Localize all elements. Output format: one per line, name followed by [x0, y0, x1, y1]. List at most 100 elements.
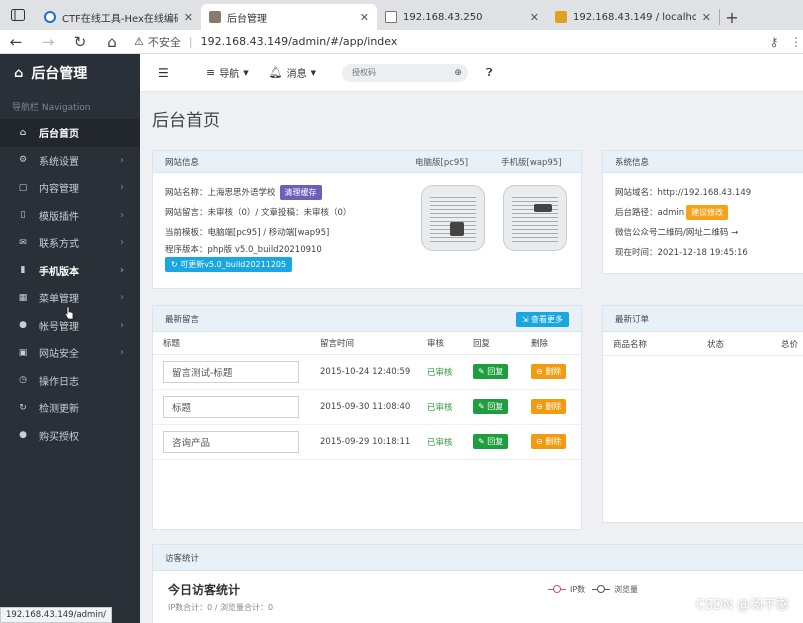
delete-button[interactable]: ⊖ 删除: [531, 364, 567, 379]
sidebar-item-2[interactable]: ▢ 内容管理 ›: [0, 174, 140, 202]
delete-button[interactable]: ⊖ 删除: [531, 399, 567, 414]
page-title: 后台首页: [152, 110, 220, 131]
browser-tab-phpmyadmin[interactable]: 192.168.43.149 / localhost / scho ✕: [547, 4, 719, 30]
table-row: 咨询产品 2015-09-29 10:18:11 已审核 ✎ 回复 ⊖ 删除: [153, 424, 581, 460]
chevron-right-icon: ›: [120, 182, 124, 194]
sidebar-item-8[interactable]: ▣ 网站安全 ›: [0, 339, 140, 367]
grid-icon: ▦: [18, 292, 28, 303]
menu-toggle-icon[interactable]: ☰: [158, 66, 180, 80]
home-icon[interactable]: ⌂: [96, 30, 128, 54]
delete-button[interactable]: ⊖ 删除: [531, 434, 567, 449]
reload-icon[interactable]: ↻: [64, 30, 96, 54]
legend-pageviews[interactable]: 浏览量: [592, 584, 638, 595]
chevron-right-icon: ›: [120, 347, 124, 359]
chevron-right-icon: ›: [119, 264, 124, 276]
status-badge: 已审核: [417, 424, 463, 460]
sidebar-item-4[interactable]: ✉ 联系方式 ›: [0, 229, 140, 257]
pc-qr-label: 电脑版[pc95]: [415, 158, 469, 168]
search-box: ⊕: [341, 63, 468, 82]
tab-close-icon[interactable]: ✕: [184, 11, 193, 24]
nav-caption: 导航栏 Navigation: [12, 103, 91, 113]
site-info-panel: 网站信息 电脑版[pc95] 手机版[wap95] 网站名称：上海思思外语学校 …: [152, 150, 582, 289]
tab-favicon-icon: [209, 11, 221, 23]
message-dropdown[interactable]: 🔔︎ 消息 ▼: [269, 65, 316, 80]
visitor-stats-header: 访客统计: [153, 545, 803, 571]
reply-button[interactable]: ✎ 回复: [473, 399, 509, 414]
sidebar-item-1[interactable]: ⚙ 系统设置 ›: [0, 147, 140, 175]
tab-close-icon[interactable]: ✕: [702, 11, 711, 24]
sidebar-item-label: 菜单管理: [39, 294, 79, 306]
sidebar-item-label: 网站安全: [39, 349, 79, 361]
url-separator: |: [188, 35, 193, 48]
wechat-qr-link[interactable]: 微信公众号二维码/网址二维码 →: [615, 222, 803, 242]
sidebar-item-5[interactable]: ▮ 手机版本 ›: [0, 257, 140, 285]
list-icon: ≡: [206, 66, 216, 79]
clock-icon: ◷: [19, 375, 27, 386]
help-icon[interactable]: ❓︎: [486, 66, 493, 80]
col-status: 审核: [417, 332, 463, 355]
back-arrow-icon[interactable]: ←: [0, 30, 32, 54]
message-title-field[interactable]: 留言测试-标题: [163, 360, 299, 383]
sidebar-item-label: 购买授权: [39, 431, 79, 443]
browser-tab-bar: CTF在线工具-Hex在线编码|Hex在 ✕ 后台管理 ✕ 192.168.43…: [0, 0, 803, 30]
hand-cursor-icon: [64, 306, 74, 320]
message-title-field[interactable]: 标题: [163, 395, 299, 418]
nav-dropdown[interactable]: ≡ 导航 ▼: [206, 65, 249, 80]
legend-ip[interactable]: IP数: [548, 584, 585, 595]
sidebar-item-label: 模版插件: [39, 211, 79, 223]
url-field[interactable]: ⚠ 不安全 | 192.168.43.149/admin/#/app/index: [134, 34, 759, 50]
brand[interactable]: ⌂ 后台管理: [0, 54, 140, 92]
suggest-change-button[interactable]: 建议修改: [686, 204, 729, 220]
search-input[interactable]: [351, 68, 455, 77]
sidebar: ⌂ 后台管理 导航栏 Navigation ⌂ 后台首页 ⚙ 系统设置 › ▢ 内容管理 › ▯…: [0, 54, 140, 623]
chevron-right-icon: ›: [120, 237, 124, 249]
home-icon: ⌂: [14, 65, 24, 81]
current-time-line: 现在时间：2021-12-18 19:45:16: [615, 248, 748, 258]
view-more-button[interactable]: ⇲ 查看更多: [515, 312, 569, 327]
sidebar-item-label: 手机版本: [39, 266, 79, 278]
caret-down-icon: ▼: [310, 68, 316, 77]
caret-down-icon: ▼: [243, 68, 249, 77]
url-text: 192.168.43.149/admin/#/app/index: [200, 35, 398, 48]
pc-qr-image: [421, 185, 485, 251]
browser-tab-250[interactable]: 192.168.43.250 ✕: [377, 4, 547, 30]
domain-line: 网站域名：http://192.168.43.149: [615, 188, 752, 198]
sidebar-item-3[interactable]: ▯ 模版插件 ›: [0, 202, 140, 230]
sidebar-item-10[interactable]: ↻ 检测更新: [0, 394, 140, 422]
chevron-right-icon: ›: [120, 154, 124, 166]
table-row: 留言测试-标题 2015-10-24 12:40:59 已审核 ✎ 回复 ⊖ 删除: [153, 354, 581, 390]
warning-icon: ⚠: [134, 35, 144, 48]
new-tab-icon[interactable]: +: [720, 4, 744, 30]
system-info-header: 系统信息: [603, 151, 803, 173]
browser-tab-admin[interactable]: 后台管理 ✕: [201, 4, 377, 30]
forward-arrow-icon[interactable]: →: [32, 30, 64, 54]
tab-actions-icon[interactable]: [0, 0, 36, 30]
mobile-icon: ▮: [20, 265, 26, 276]
message-time: 2015-10-24 12:40:59: [310, 354, 417, 390]
main-content: ☰ ≡ 导航 ▼ 🔔︎ 消息 ▼ ⊕ ❓︎ 后台首页 网站信息 电脑版[pc95…: [140, 54, 803, 623]
sidebar-menu: ⌂ 后台首页 ⚙ 系统设置 › ▢ 内容管理 › ▯ 模版插件 › ✉ 联系方式 › ▮ 手机版本 › ▦ 菜单管理…: [0, 119, 140, 449]
chevron-right-icon: ›: [120, 209, 124, 221]
lock-icon: ▣: [18, 347, 28, 358]
clear-cache-button[interactable]: 清理缓存: [279, 184, 322, 200]
reply-button[interactable]: ✎ 回复: [473, 434, 509, 449]
key-icon[interactable]: ⚷: [759, 35, 789, 49]
sidebar-item-9[interactable]: ◷ 操作日志: [0, 367, 140, 395]
browser-tab-ctf[interactable]: CTF在线工具-Hex在线编码|Hex在 ✕: [36, 4, 201, 30]
reply-button[interactable]: ✎ 回复: [473, 364, 509, 379]
more-icon[interactable]: ⋮: [789, 35, 803, 49]
bookmark-icon: ▯: [20, 210, 26, 221]
tab-close-icon[interactable]: ✕: [360, 11, 369, 24]
search-go-icon[interactable]: ⊕: [454, 68, 462, 78]
envelope-icon: ✉: [19, 237, 27, 248]
tab-close-icon[interactable]: ✕: [530, 11, 539, 24]
top-nav: ☰ ≡ 导航 ▼ 🔔︎ 消息 ▼ ⊕ ❓︎: [140, 54, 803, 92]
sidebar-item-11[interactable]: ● 购买授权: [0, 422, 140, 450]
system-info-panel: 系统信息 网站域名：http://192.168.43.149 后台路径：adm…: [602, 150, 803, 274]
message-title-field[interactable]: 咨询产品: [163, 430, 299, 453]
tab-favicon-icon: [44, 11, 56, 23]
refresh-icon: ↻: [19, 402, 27, 413]
status-badge: 已审核: [417, 354, 463, 390]
update-button[interactable]: ↻ 可更新v5.0_build20211205: [165, 256, 293, 272]
sidebar-item-0[interactable]: ⌂ 后台首页: [0, 119, 140, 147]
